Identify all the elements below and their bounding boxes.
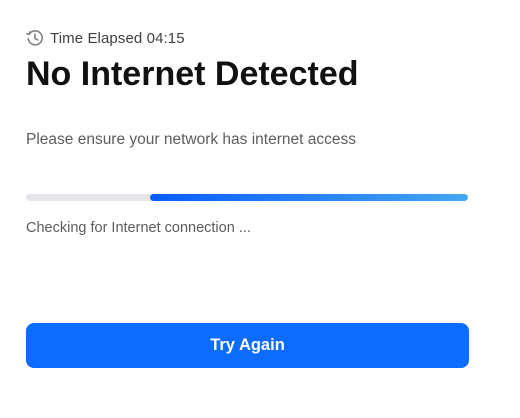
try-again-button[interactable]: Try Again [26,323,469,368]
progress-bar-fill [149,194,468,201]
subtitle: Please ensure your network has internet … [26,131,356,148]
page-title: No Internet Detected [26,55,359,93]
time-elapsed-value: 04:15 [146,29,185,47]
progress-bar [26,194,468,201]
time-elapsed-text: Time Elapsed 04:15 [50,30,185,47]
clock-history-icon [25,28,45,48]
no-internet-dialog: Time Elapsed 04:15 No Internet Detected … [0,0,520,418]
status-text: Checking for Internet connection ... [26,220,251,236]
time-elapsed: Time Elapsed 04:15 [25,28,185,48]
time-elapsed-label: Time Elapsed [50,29,143,47]
